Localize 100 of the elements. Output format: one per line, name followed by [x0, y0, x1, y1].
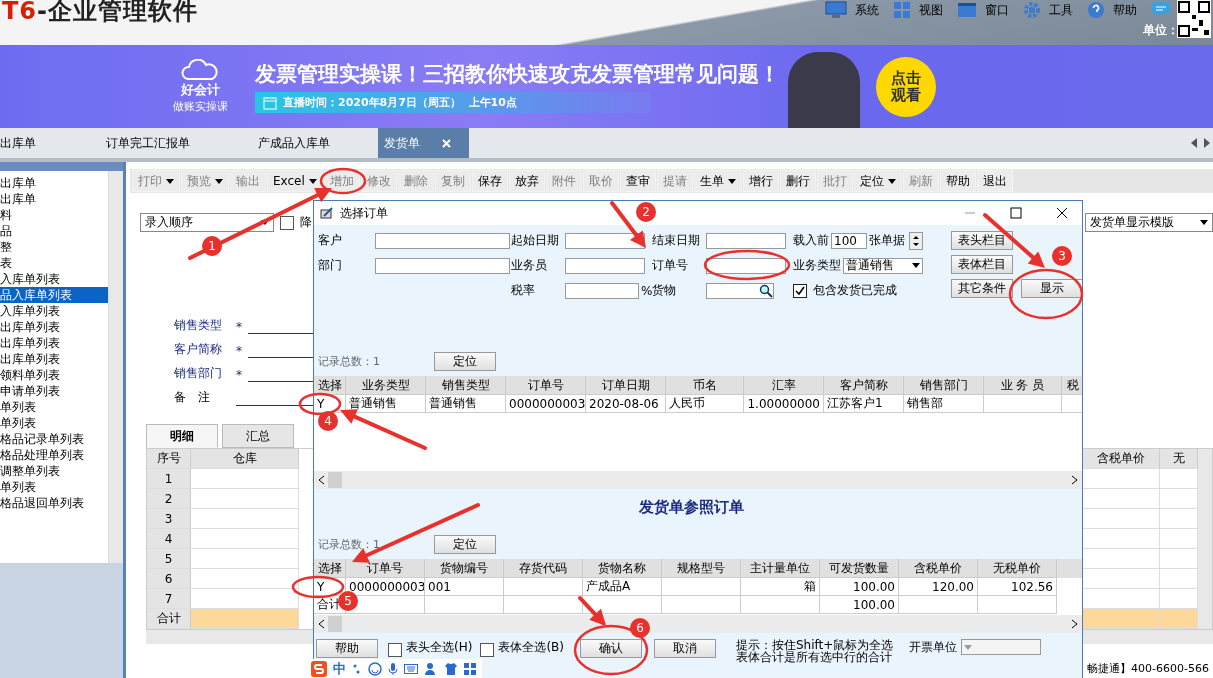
annotation-arrow [983, 213, 1045, 268]
toolbar-button[interactable]: 保存 [471, 170, 508, 192]
document-tab[interactable]: 出库单 [0, 128, 86, 158]
nav-item[interactable]: 入库单列表 [0, 303, 108, 319]
search-icon[interactable] [759, 283, 773, 298]
table-cell: 001 [425, 578, 504, 596]
row-number: 2 [147, 489, 191, 508]
input-field[interactable] [375, 232, 510, 249]
toolbar-button[interactable]: 帮助 [939, 170, 976, 192]
nav-item[interactable]: 单列表 [0, 399, 108, 415]
scroll-right-icon[interactable] [1204, 138, 1210, 148]
emoji-icon[interactable] [368, 661, 382, 676]
menu-item[interactable]: 工具 [1023, 1, 1073, 19]
nav-item[interactable]: 整 [0, 239, 108, 255]
nav-item[interactable]: 料 [0, 207, 108, 223]
toolbar-button[interactable]: 退出 [976, 170, 1013, 192]
scroll-right-icon[interactable] [1072, 619, 1078, 629]
monitor-icon [825, 1, 847, 19]
nav-item[interactable]: 格品退回单列表 [0, 495, 108, 511]
scroll-thumb[interactable] [328, 472, 342, 488]
nav-item[interactable]: 格品记录单列表 [0, 431, 108, 447]
scrollbar[interactable] [314, 471, 1082, 489]
toolbar-button[interactable]: 生单 [693, 170, 742, 192]
invoice-unit-dropdown[interactable] [961, 639, 1042, 655]
column-header: 销售部门 [904, 376, 984, 395]
menu-item[interactable]: 视图 [893, 1, 943, 19]
nav-item[interactable]: 出库单 [0, 191, 108, 207]
nav-item[interactable]: 出库单列表 [0, 319, 108, 335]
menu-item[interactable]: 窗口 [957, 1, 1009, 19]
nav-item[interactable]: 申请单列表 [0, 383, 108, 399]
watch-button[interactable]: 点击观看 [876, 56, 936, 117]
user-icon[interactable] [424, 661, 438, 676]
scrollbar[interactable] [1198, 449, 1212, 629]
nav-item[interactable]: 出库单列表 [0, 351, 108, 367]
ime-logo-icon[interactable] [311, 660, 327, 677]
scroll-right-icon[interactable] [1072, 475, 1078, 485]
dialog-button[interactable]: 显示 [1021, 279, 1082, 298]
input-field[interactable] [706, 257, 786, 274]
toolbar-button[interactable]: 定位 [853, 170, 902, 192]
document-tab[interactable]: 订单完工汇报单 [86, 128, 238, 158]
nav-item[interactable]: 单列表 [0, 479, 108, 495]
detail-tab[interactable]: 明细 [146, 424, 218, 448]
toolbar-button[interactable]: 查审 [619, 170, 656, 192]
nav-item[interactable]: 品入库单列表 [0, 287, 108, 303]
microphone-icon[interactable] [388, 661, 398, 676]
nav-item[interactable]: 表 [0, 255, 108, 271]
maximize-icon[interactable] [1010, 207, 1022, 219]
toolbar-button[interactable]: Excel [267, 170, 323, 192]
nav-item[interactable]: 品 [0, 223, 108, 239]
shirt-icon[interactable] [444, 661, 458, 676]
table-cell: 人民币 [666, 395, 744, 413]
document-tab[interactable]: 产成品入库单 [238, 128, 378, 158]
input-mode[interactable]: 中 [333, 659, 346, 678]
nav-item[interactable]: 单列表 [0, 415, 108, 431]
detail-tab[interactable]: 汇总 [222, 424, 294, 448]
business-type-dropdown[interactable]: 普通销售 [843, 257, 923, 274]
spinner-icon[interactable] [909, 231, 923, 250]
nav-item[interactable]: 领料单列表 [0, 367, 108, 383]
lookup-field[interactable] [706, 282, 774, 299]
checkbox[interactable] [280, 215, 294, 230]
dialog-button[interactable]: 表体栏目 [951, 255, 1013, 274]
checkbox[interactable] [793, 283, 807, 298]
dialog-button[interactable]: 表头栏目 [951, 231, 1013, 250]
count-field[interactable]: 100 [831, 232, 867, 249]
cancel-button[interactable]: 取消 [654, 639, 716, 658]
grid-icon[interactable] [464, 662, 476, 675]
cloud-icon [180, 59, 220, 81]
checkbox[interactable] [388, 643, 402, 657]
nav-item[interactable]: 出库单 [0, 175, 108, 191]
column-header: 无税单价 [978, 559, 1057, 578]
input-field[interactable] [375, 257, 510, 274]
nav-item[interactable]: 格品处理单列表 [0, 447, 108, 463]
help-button[interactable]: 帮助 [316, 639, 378, 658]
ad-banner[interactable]: 好会计 做账实操课 发票管理实操课！三招教你快速攻克发票管理常见问题！ 直播时间：2020年8月7日（周五） 上午10点 点击观看 [0, 45, 1213, 128]
dialog-button[interactable]: 其它条件 [951, 279, 1013, 298]
close-icon[interactable] [1056, 207, 1068, 219]
locate-button[interactable]: 定位 [434, 351, 496, 371]
nav-item[interactable]: 出库单列表 [0, 335, 108, 351]
scroll-left-icon[interactable] [318, 619, 324, 629]
checkbox[interactable] [480, 643, 495, 657]
scroll-left-icon[interactable] [1191, 138, 1197, 148]
menu-item[interactable]: 系统 [825, 1, 879, 19]
document-tab[interactable]: 发货单 [378, 128, 469, 158]
toolbar-button[interactable]: 放弃 [508, 170, 545, 192]
toolbar-button[interactable]: 增行 [742, 170, 779, 192]
menu-item[interactable]: 帮助 [1087, 1, 1137, 19]
input-field[interactable] [565, 282, 639, 299]
nav-item[interactable]: 入库单列表 [0, 271, 108, 287]
toolbar-button[interactable]: 删行 [779, 170, 816, 192]
input-field[interactable] [706, 232, 786, 249]
template-dropdown[interactable]: 发货单显示模版 [1085, 213, 1213, 232]
scroll-thumb[interactable] [328, 616, 342, 632]
locate-button[interactable]: 定位 [434, 534, 496, 554]
scrollbar[interactable] [108, 171, 123, 563]
scroll-left-icon[interactable] [318, 475, 324, 485]
scrollbar[interactable] [314, 615, 1082, 633]
confirm-button[interactable]: 确认 [580, 639, 642, 658]
keyboard-icon[interactable] [404, 662, 418, 675]
nav-item[interactable]: 调整单列表 [0, 463, 108, 479]
input-field[interactable] [565, 257, 645, 274]
